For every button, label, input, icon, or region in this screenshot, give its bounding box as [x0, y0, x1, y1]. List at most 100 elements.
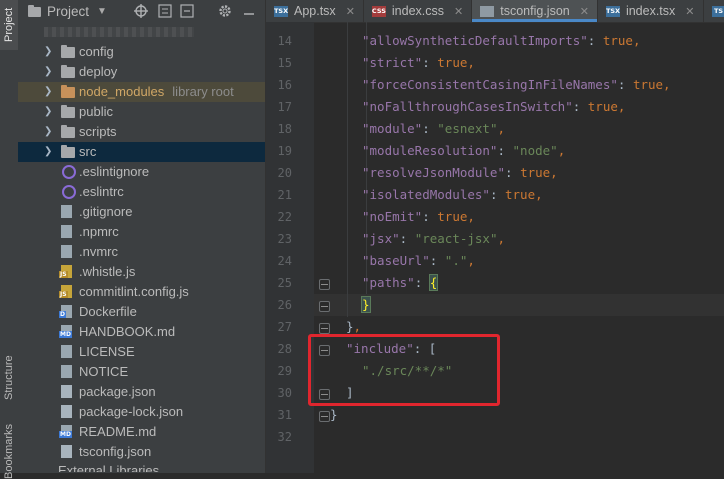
tab-app-tsx[interactable]: TSX App.tsx ✕	[266, 0, 364, 22]
code-line[interactable]: "module": "esnext",	[362, 118, 505, 140]
code-line[interactable]: "allowSyntheticDefaultImports": true,	[362, 30, 640, 52]
code-line[interactable]: "baseUrl": ".",	[362, 250, 475, 272]
project-tool-tab[interactable]: Project	[0, 0, 18, 50]
tree-item-label: HANDBOOK.md	[79, 322, 175, 342]
tree-item-gitignore[interactable]: .gitignore	[18, 202, 265, 222]
tree-item-license[interactable]: LICENSE	[18, 342, 265, 362]
tsx-file-icon: TSX	[606, 6, 620, 17]
tree-item-label: .whistle.js	[79, 262, 135, 282]
fold-toggle-icon[interactable]	[319, 279, 330, 290]
code-line[interactable]: "isolatedModules": true,	[362, 184, 543, 206]
code-line[interactable]: "resolveJsonModule": true,	[362, 162, 558, 184]
tree-row-root-blurred[interactable]	[18, 22, 265, 42]
tree-item-label: config	[79, 42, 114, 62]
tree-item-label: commitlint.config.js	[79, 282, 189, 302]
tree-item-commitlint[interactable]: JS commitlint.config.js	[18, 282, 265, 302]
tree-item-deploy[interactable]: ❯ deploy	[18, 62, 265, 82]
colon: :	[588, 33, 603, 48]
tab-interf[interactable]: TS interf	[704, 0, 724, 22]
fold-toggle-icon[interactable]	[319, 323, 330, 334]
code-line[interactable]: "forceConsistentCasingInFileNames": true…	[362, 74, 671, 96]
tree-item-notice[interactable]: NOTICE	[18, 362, 265, 382]
settings-icon[interactable]	[216, 2, 234, 20]
code-line[interactable]: "paths": {	[362, 272, 437, 294]
project-view-selector[interactable]: Project ▼	[28, 4, 107, 19]
chevron-down-icon[interactable]: ▼	[97, 6, 107, 17]
tree-item-external-libraries[interactable]: External Libraries	[18, 462, 265, 472]
line-number: 14	[266, 30, 292, 52]
fold-toggle-icon[interactable]	[319, 411, 330, 422]
tree-item-src[interactable]: ❯ src	[18, 142, 265, 162]
code-line[interactable]: "noFallthroughCasesInSwitch": true,	[362, 96, 625, 118]
comma: ,	[558, 143, 566, 158]
collapse-all-icon[interactable]	[178, 2, 196, 20]
expand-all-icon[interactable]	[156, 2, 174, 20]
chevron-right-icon[interactable]: ❯	[44, 42, 54, 62]
colon: :	[422, 55, 437, 70]
close-icon[interactable]: ✕	[685, 5, 694, 18]
close-icon[interactable]: ✕	[580, 5, 589, 18]
node-modules-label: node_modules	[79, 84, 164, 99]
tree-item-label: tsconfig.json	[79, 442, 151, 462]
chevron-right-icon[interactable]: ❯	[44, 122, 54, 142]
tree-item-eslintrc[interactable]: .eslintrc	[18, 182, 265, 202]
json-boolean: true	[603, 33, 633, 48]
tree-item-npmrc[interactable]: .npmrc	[18, 222, 265, 242]
tree-item-config[interactable]: ❯ config	[18, 42, 265, 62]
tree-item-eslintignore[interactable]: .eslintignore	[18, 162, 265, 182]
tab-label: tsconfig.json	[500, 4, 569, 18]
line-number: 21	[266, 184, 292, 206]
colon: :	[422, 121, 437, 136]
tree-item-readme[interactable]: MD README.md	[18, 422, 265, 442]
code-line[interactable]: "moduleResolution": "node",	[362, 140, 565, 162]
colon: :	[573, 99, 588, 114]
tree-item-scripts[interactable]: ❯ scripts	[18, 122, 265, 142]
file-icon	[61, 345, 75, 359]
chevron-right-icon[interactable]: ❯	[44, 102, 54, 122]
chevron-right-icon[interactable]: ❯	[44, 142, 54, 162]
tree-item-nvmrc[interactable]: .nvmrc	[18, 242, 265, 262]
chevron-right-icon[interactable]: ❯	[44, 82, 54, 102]
file-icon	[61, 365, 75, 379]
code-line[interactable]: "noEmit": true,	[362, 206, 475, 228]
tab-index-tsx[interactable]: TSX index.tsx ✕	[598, 0, 704, 22]
json-key: "resolveJsonModule"	[362, 165, 505, 180]
tree-item-label: package.json	[79, 382, 156, 402]
tree-item-label: README.md	[79, 422, 156, 442]
code-line[interactable]: "jsx": "react-jsx",	[362, 228, 505, 250]
line-number: 15	[266, 52, 292, 74]
file-icon	[61, 225, 75, 239]
tree-item-package-lock[interactable]: package-lock.json	[18, 402, 265, 422]
select-opened-file-icon[interactable]	[132, 2, 150, 20]
colon: :	[505, 165, 520, 180]
tree-item-tsconfig[interactable]: tsconfig.json	[18, 442, 265, 462]
tree-item-dockerfile[interactable]: D Dockerfile	[18, 302, 265, 322]
json-key: "forceConsistentCasingInFileNames"	[362, 77, 618, 92]
tree-item-public[interactable]: ❯ public	[18, 102, 265, 122]
css-file-icon: CSS	[372, 6, 386, 17]
colon: :	[618, 77, 633, 92]
bookmarks-tool-tab[interactable]: Bookmarks	[0, 430, 18, 473]
tree-item-package-json[interactable]: package.json	[18, 382, 265, 402]
tab-index-css[interactable]: CSS index.css ✕	[364, 0, 472, 22]
tab-tsconfig-json[interactable]: tsconfig.json ✕	[472, 0, 598, 22]
structure-tool-tab[interactable]: Structure	[0, 343, 18, 413]
code-line[interactable]: }	[362, 294, 370, 316]
docker-file-icon: D	[61, 305, 75, 319]
chevron-right-icon[interactable]: ❯	[44, 62, 54, 82]
project-tree: ❯ config ❯ deploy ❯ node_moduleslibrary …	[18, 22, 265, 472]
code-line[interactable]: "strict": true,	[362, 52, 475, 74]
json-file-icon	[61, 385, 75, 399]
comma: ,	[467, 209, 475, 224]
hide-icon[interactable]	[240, 2, 258, 20]
close-icon[interactable]: ✕	[454, 5, 463, 18]
tree-item-handbook[interactable]: MD HANDBOOK.md	[18, 322, 265, 342]
tree-item-whistle-js[interactable]: JS .whistle.js	[18, 262, 265, 282]
tree-item-node-modules[interactable]: ❯ node_moduleslibrary root	[18, 82, 265, 102]
fold-toggle-icon[interactable]	[319, 301, 330, 312]
tree-item-label: NOTICE	[79, 362, 128, 382]
code-line[interactable]: }	[330, 404, 338, 426]
project-toolbar: Project ▼	[18, 0, 265, 22]
matched-brace: {	[430, 275, 438, 290]
close-icon[interactable]: ✕	[346, 5, 355, 18]
